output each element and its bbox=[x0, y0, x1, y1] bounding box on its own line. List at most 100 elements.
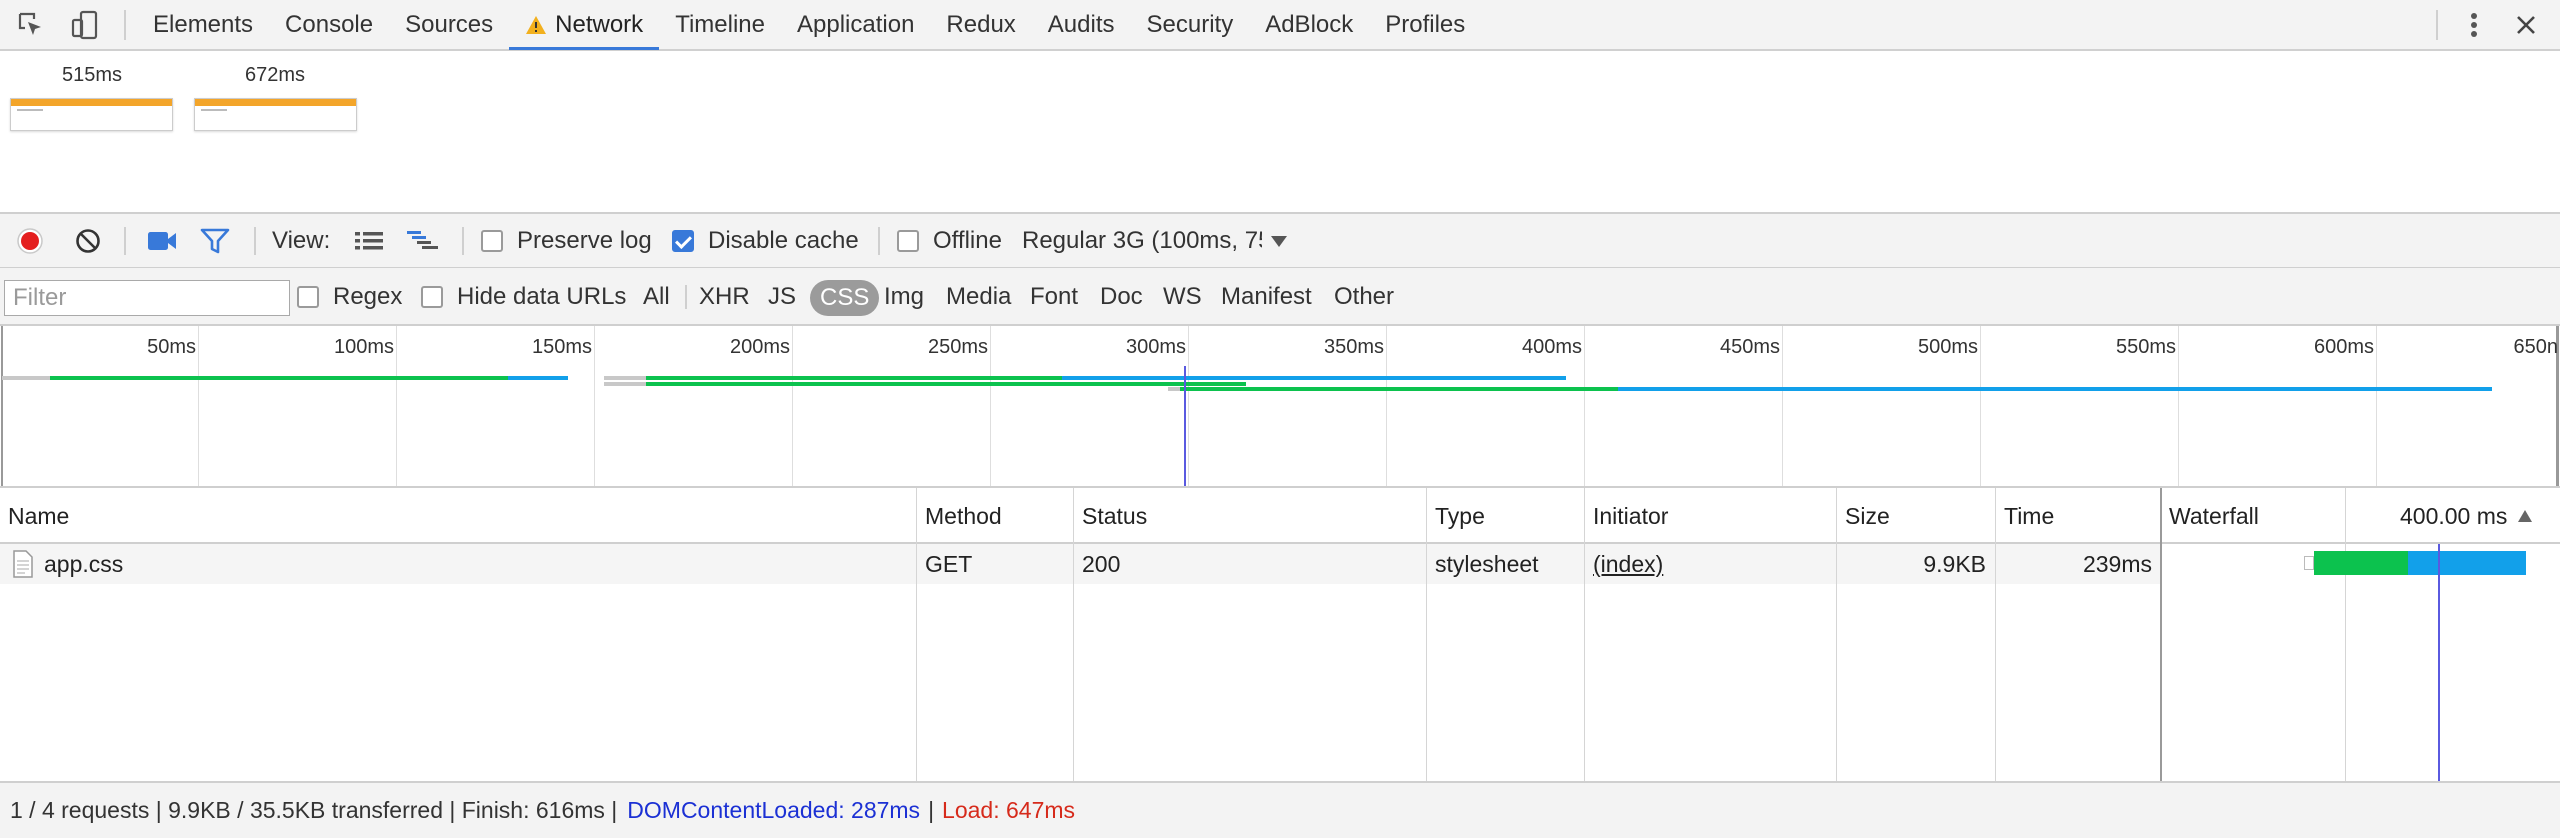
checkbox-box[interactable] bbox=[421, 286, 443, 308]
toolbar-divider bbox=[2436, 10, 2438, 40]
grid-line bbox=[2376, 326, 2377, 486]
grid-line bbox=[198, 326, 199, 486]
column-divider bbox=[1584, 488, 1585, 781]
checkbox-box[interactable] bbox=[672, 230, 694, 252]
screenshot-thumbnail[interactable] bbox=[194, 98, 357, 131]
show-overview-button[interactable] bbox=[406, 214, 440, 268]
column-header-initiator[interactable]: Initiator bbox=[1585, 488, 1668, 544]
time-tick: 600ms bbox=[2313, 336, 2374, 358]
screenshot-thumbnail[interactable] bbox=[10, 98, 173, 131]
large-request-rows-button[interactable] bbox=[354, 214, 384, 268]
preserve-log-checkbox[interactable]: Preserve log bbox=[481, 214, 652, 268]
checkbox-box[interactable] bbox=[297, 286, 319, 308]
device-toolbar-icon[interactable] bbox=[68, 8, 102, 42]
network-overview[interactable]: 50ms 100ms 150ms 200ms 250ms 300ms 350ms… bbox=[0, 326, 2560, 488]
regex-checkbox[interactable]: Regex bbox=[297, 270, 402, 324]
tab-network[interactable]: Network bbox=[509, 0, 660, 50]
record-button[interactable] bbox=[16, 214, 44, 268]
grid-line bbox=[1584, 326, 1585, 486]
filter-type-ws[interactable]: WS bbox=[1157, 276, 1208, 318]
tab-sources[interactable]: Sources bbox=[389, 0, 509, 49]
tab-timeline[interactable]: Timeline bbox=[659, 0, 781, 49]
grid-line bbox=[1, 326, 3, 486]
tab-console[interactable]: Console bbox=[269, 0, 389, 49]
requests-table: Name Method Status Type Initiator Size T… bbox=[0, 488, 2560, 781]
more-options-icon[interactable] bbox=[2457, 8, 2491, 42]
request-bar-queued bbox=[1168, 387, 1180, 391]
tab-redux[interactable]: Redux bbox=[930, 0, 1031, 49]
checkbox-box[interactable] bbox=[481, 230, 503, 252]
column-header-waterfall[interactable]: Waterfall bbox=[2161, 488, 2259, 544]
filter-type-font[interactable]: Font bbox=[1024, 276, 1084, 318]
time-tick: 250ms bbox=[927, 336, 988, 358]
column-header-size[interactable]: Size bbox=[1837, 488, 1890, 544]
column-header-time[interactable]: Time bbox=[1996, 488, 2054, 544]
view-label: View: bbox=[272, 227, 331, 254]
filter-input[interactable] bbox=[4, 280, 290, 316]
tab-adblock[interactable]: AdBlock bbox=[1249, 0, 1369, 49]
request-name-cell[interactable]: app.css bbox=[12, 544, 123, 584]
filter-type-doc[interactable]: Doc bbox=[1094, 276, 1149, 318]
tab-label: Profiles bbox=[1385, 10, 1466, 38]
column-header-type[interactable]: Type bbox=[1427, 488, 1485, 544]
filter-type-all[interactable]: All bbox=[637, 276, 676, 318]
request-bar-download bbox=[1618, 387, 2492, 391]
request-size: 9.9KB bbox=[1923, 550, 1986, 577]
request-bar-waiting bbox=[1168, 387, 1618, 391]
time-tick: 150ms bbox=[531, 336, 592, 358]
disable-cache-checkbox[interactable]: Disable cache bbox=[672, 214, 859, 268]
tab-label: Application bbox=[797, 10, 915, 38]
inspect-element-icon[interactable] bbox=[14, 8, 48, 42]
waterfall-grid-line bbox=[2345, 488, 2346, 781]
clear-button[interactable] bbox=[74, 214, 102, 268]
request-bar-download bbox=[1062, 376, 1566, 380]
waterfall-scale-label[interactable]: 400.00 ms bbox=[2400, 488, 2533, 544]
filter-type-xhr[interactable]: XHR bbox=[693, 276, 756, 318]
column-header-status[interactable]: Status bbox=[1074, 488, 1147, 544]
throttling-select[interactable]: Regular 3G (100ms, 75 bbox=[1022, 214, 1288, 268]
tab-elements[interactable]: Elements bbox=[137, 0, 269, 49]
thumbnail-content bbox=[17, 109, 43, 111]
request-bar-queued bbox=[604, 376, 646, 380]
capture-screenshots-button[interactable] bbox=[147, 214, 177, 268]
time-tick: 550ms bbox=[2115, 336, 2176, 358]
checkbox-label: Hide data URLs bbox=[457, 283, 627, 310]
summary-text: 1 / 4 requests | 9.9KB / 35.5KB transfer… bbox=[10, 797, 618, 823]
filter-type-media[interactable]: Media bbox=[940, 276, 1017, 318]
checkbox-label: Regex bbox=[333, 283, 403, 310]
load-text: Load: 647ms bbox=[942, 797, 1076, 823]
filter-type-js[interactable]: JS bbox=[762, 276, 802, 318]
tab-application[interactable]: Application bbox=[781, 0, 930, 49]
toolbar-divider bbox=[878, 227, 880, 255]
column-header-name[interactable]: Name bbox=[0, 488, 69, 544]
checkbox-box[interactable] bbox=[897, 230, 919, 252]
filter-toggle-button[interactable] bbox=[200, 214, 230, 268]
devtools-tabbar: Elements Console Sources Network Timelin… bbox=[0, 0, 2560, 51]
request-bar-waiting bbox=[646, 382, 1246, 386]
column-header-method[interactable]: Method bbox=[917, 488, 1002, 544]
video-camera-icon bbox=[148, 232, 176, 250]
request-initiator-link[interactable]: (index) bbox=[1593, 544, 1663, 584]
thumbnail-header bbox=[195, 99, 356, 106]
filter-type-css[interactable]: CSS bbox=[810, 280, 880, 316]
time-tick: 400ms bbox=[1521, 336, 1582, 358]
thumbnail-header bbox=[11, 99, 172, 106]
tab-label: Elements bbox=[153, 10, 254, 38]
request-type: stylesheet bbox=[1435, 550, 1539, 577]
filter-type-img[interactable]: Img bbox=[878, 276, 930, 318]
filter-type-other[interactable]: Other bbox=[1328, 276, 1400, 318]
checkbox-label: Disable cache bbox=[708, 227, 859, 254]
offline-checkbox[interactable]: Offline bbox=[897, 214, 1002, 268]
filter-icon bbox=[200, 228, 230, 254]
close-icon[interactable] bbox=[2509, 8, 2543, 42]
tab-audits[interactable]: Audits bbox=[1032, 0, 1131, 49]
hide-data-urls-checkbox[interactable]: Hide data URLs bbox=[421, 270, 626, 324]
time-tick: 300ms bbox=[1125, 336, 1186, 358]
tab-label: Redux bbox=[946, 10, 1016, 38]
tab-profiles[interactable]: Profiles bbox=[1369, 0, 1481, 49]
column-divider bbox=[1073, 488, 1074, 781]
tab-security[interactable]: Security bbox=[1131, 0, 1250, 49]
time-tick: 450ms bbox=[1719, 336, 1780, 358]
tab-label: Timeline bbox=[675, 10, 765, 38]
filter-type-manifest[interactable]: Manifest bbox=[1215, 276, 1318, 318]
